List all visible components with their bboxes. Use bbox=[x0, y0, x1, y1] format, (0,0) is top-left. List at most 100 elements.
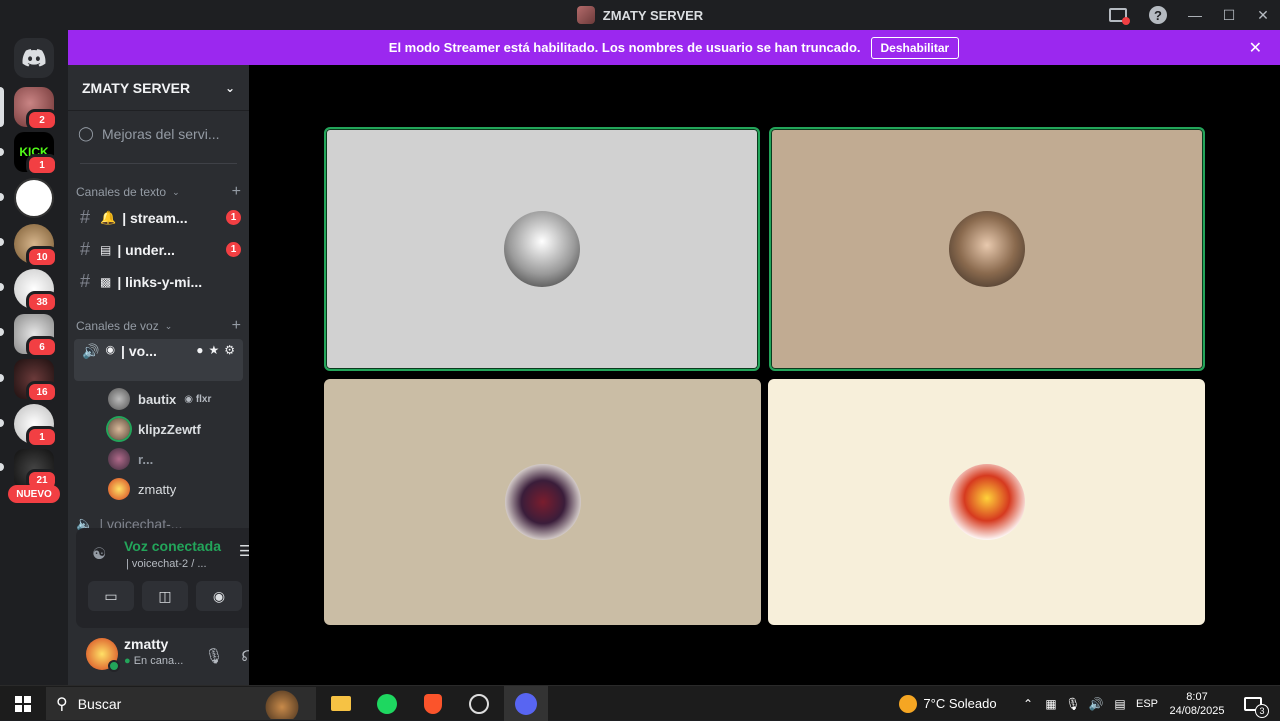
volume-icon[interactable]: 🔊 bbox=[1086, 686, 1106, 721]
online-status-dot bbox=[108, 660, 120, 672]
server-8[interactable]: 1 bbox=[14, 404, 58, 448]
server-kick[interactable]: KICK 1 bbox=[14, 132, 58, 176]
brave-icon[interactable] bbox=[416, 686, 450, 721]
active-voice-channel[interactable]: 🔊 ◉ | vo... ● ★ ⚙ bbox=[74, 339, 243, 381]
chevron-down-icon: ⌄ bbox=[164, 320, 173, 331]
gear-icon[interactable]: ⚙ bbox=[224, 343, 235, 357]
invite-icon[interactable]: ★ bbox=[208, 343, 219, 357]
text-category[interactable]: Canales de texto ⌄ + bbox=[76, 183, 241, 201]
voice-category[interactable]: Canales de voz ⌄ + bbox=[76, 317, 241, 335]
gamepad-icon: ◉ bbox=[212, 587, 226, 604]
bell-icon: 🔔 bbox=[100, 209, 117, 225]
speech-icon: ▤ bbox=[100, 242, 112, 257]
server-icon bbox=[576, 6, 595, 24]
unread-indicator bbox=[0, 148, 4, 156]
camera-off-icon: ▭ bbox=[104, 587, 118, 604]
share-screen-button[interactable]: ◫ bbox=[142, 581, 188, 611]
server-zmaty[interactable]: 2 bbox=[14, 87, 58, 131]
os-taskbar: ⚲ Buscar 7°C Soleado ⌃ ▦ 🎙 🔊 ▤ ESP 8:07 … bbox=[0, 685, 1280, 721]
voice-member[interactable]: zmatty bbox=[108, 478, 176, 500]
minimize-button[interactable]: — bbox=[1178, 0, 1212, 30]
server-9[interactable]: 21 bbox=[14, 449, 58, 491]
start-button[interactable] bbox=[6, 686, 40, 721]
help-icon[interactable]: ? bbox=[1138, 0, 1178, 30]
voice-member[interactable]: klipzZewtf bbox=[108, 418, 201, 440]
participant-tile[interactable] bbox=[769, 127, 1205, 371]
chat-icon[interactable]: ● bbox=[196, 343, 203, 357]
discord-home-icon[interactable] bbox=[14, 38, 54, 78]
server-3[interactable] bbox=[14, 178, 54, 218]
sun-icon bbox=[899, 694, 918, 713]
maximize-button[interactable]: ☐ bbox=[1212, 0, 1246, 30]
server-header[interactable]: ZMATY SERVER ⌄ bbox=[68, 65, 249, 111]
signal-icon[interactable]: ☯ bbox=[92, 544, 106, 564]
member-name: zmatty bbox=[138, 481, 177, 497]
date: 24/08/2025 bbox=[1169, 704, 1225, 717]
file-explorer-icon[interactable] bbox=[324, 686, 358, 721]
disable-streamer-button[interactable]: Deshabilitar bbox=[870, 36, 960, 59]
spotify-icon[interactable] bbox=[370, 686, 404, 721]
voice-channel-path[interactable]: | voicechat-2 / ... bbox=[126, 558, 207, 570]
server-6[interactable]: 6 bbox=[14, 314, 58, 358]
app-tray-icon[interactable]: ▦ bbox=[1042, 686, 1060, 721]
activity-button[interactable]: ◉ bbox=[196, 581, 242, 611]
voice-member[interactable]: r... bbox=[108, 448, 153, 470]
title-bar: ZMATY SERVER ? — ☐ ✕ bbox=[0, 0, 1280, 30]
discord-taskbar-icon[interactable] bbox=[504, 686, 548, 721]
window-title-text: ZMATY SERVER bbox=[602, 7, 704, 23]
streamer-mode-banner: El modo Streamer está habilitado. Los no… bbox=[68, 30, 1280, 65]
unread-indicator bbox=[0, 463, 4, 471]
notifications-icon[interactable]: 3 bbox=[1236, 686, 1270, 721]
participant-tile[interactable] bbox=[324, 127, 760, 371]
network-icon[interactable]: ▤ bbox=[1110, 686, 1130, 721]
time: 8:07 bbox=[1186, 690, 1208, 703]
channel-name: | links-y-mi... bbox=[117, 273, 203, 290]
unread-badge: 1 bbox=[226, 242, 241, 257]
server-list: 2 KICK 1 10 38 6 16 1 21 NUEVO bbox=[0, 30, 68, 685]
close-banner-icon[interactable]: ✕ bbox=[1249, 38, 1262, 58]
unread-indicator bbox=[0, 193, 4, 201]
participant-tile[interactable] bbox=[324, 379, 761, 625]
taskbar-search[interactable]: ⚲ Buscar bbox=[46, 687, 316, 720]
channel-item[interactable]: # 🔔 | stream... 1 bbox=[76, 207, 241, 228]
chevron-down-icon: ⌄ bbox=[224, 80, 235, 95]
banner-message: El modo Streamer está habilitado. Los no… bbox=[388, 40, 861, 55]
close-window-button[interactable]: ✕ bbox=[1246, 0, 1280, 30]
text-category-label: Canales de texto bbox=[76, 185, 167, 199]
weather-widget[interactable]: 7°C Soleado bbox=[893, 686, 1003, 721]
channel-item[interactable]: # ▤ | under... 1 bbox=[76, 239, 241, 260]
username: zmatty bbox=[124, 636, 169, 652]
participant-avatar bbox=[504, 464, 581, 540]
clock[interactable]: 8:07 24/08/2025 bbox=[1166, 686, 1228, 721]
server-5[interactable]: 38 bbox=[14, 269, 58, 313]
hash-icon: # bbox=[79, 239, 90, 259]
voice-status[interactable]: Voz conectada bbox=[124, 538, 221, 554]
microphone-tray-icon[interactable]: 🎙 bbox=[1064, 686, 1082, 721]
user-status: ● En cana... bbox=[124, 655, 184, 667]
new-servers-badge[interactable]: NUEVO bbox=[8, 485, 60, 503]
selected-indicator bbox=[0, 87, 4, 127]
language-indicator[interactable]: ESP bbox=[1134, 686, 1160, 721]
avatar bbox=[108, 388, 130, 410]
unread-indicator bbox=[0, 238, 4, 246]
channel-item[interactable]: # ▩ | links-y-mi... bbox=[76, 271, 241, 292]
obs-icon[interactable] bbox=[462, 686, 496, 721]
server-4[interactable]: 10 bbox=[14, 224, 58, 268]
channel-name: | under... bbox=[117, 241, 175, 258]
channel-sidebar: ZMATY SERVER ⌄ ◯ Mejoras del servi... Ca… bbox=[68, 65, 309, 685]
chevron-up-icon[interactable]: ⌃ bbox=[1018, 686, 1038, 721]
add-channel-icon[interactable]: + bbox=[232, 183, 241, 201]
participant-tile[interactable] bbox=[768, 379, 1205, 625]
screen-share-icon: ◫ bbox=[158, 587, 172, 604]
add-channel-icon[interactable]: + bbox=[232, 317, 241, 335]
server-name: ZMATY SERVER bbox=[82, 79, 191, 96]
member-name: r... bbox=[138, 451, 154, 467]
inbox-icon[interactable] bbox=[1098, 0, 1138, 30]
search-label: Buscar bbox=[77, 695, 122, 712]
microphone-icon[interactable]: 🎙 bbox=[204, 646, 224, 666]
server-7[interactable]: 16 bbox=[14, 359, 58, 403]
unread-badge: 1 bbox=[226, 210, 241, 225]
camera-button[interactable]: ▭ bbox=[88, 581, 134, 611]
voice-member[interactable]: bautix ◉ flxr bbox=[108, 388, 211, 410]
boost-item[interactable]: ◯ Mejoras del servi... bbox=[76, 125, 241, 142]
